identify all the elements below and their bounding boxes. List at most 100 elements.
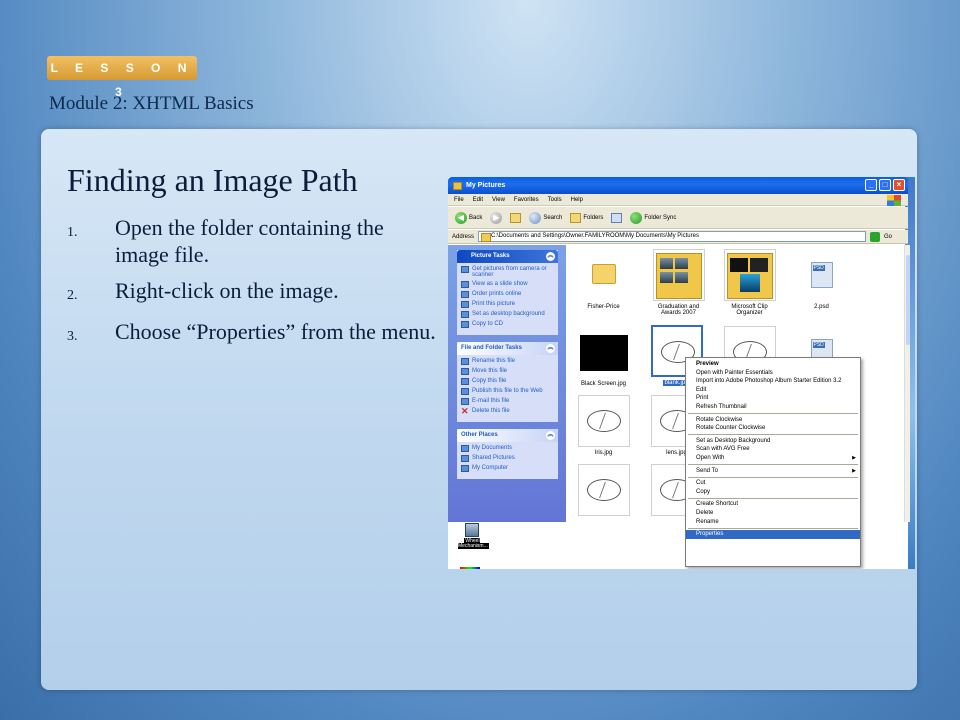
menu-item-label: Scan with AVG Free [696, 446, 750, 453]
up-folder-button[interactable] [510, 212, 522, 223]
go-label[interactable]: Go [884, 234, 892, 240]
folder-icon [591, 264, 616, 284]
menu-item-properties[interactable]: Properties [686, 530, 860, 539]
file-eye-diagram[interactable] [576, 464, 631, 516]
menu-file[interactable]: File [454, 197, 464, 203]
vertical-scrollbar[interactable] [904, 245, 910, 522]
back-label: Back [469, 214, 483, 221]
psd-file-icon [810, 262, 833, 288]
folders-button[interactable]: Folders [570, 212, 604, 223]
task-copy-cd[interactable]: Copy to CD [461, 321, 554, 328]
task-slideshow[interactable]: View as a slide show [461, 281, 554, 288]
menu-tools[interactable]: Tools [548, 197, 562, 203]
file-label: Microsoft Clip Organizer [731, 304, 768, 316]
task-delete[interactable]: ✕ Delete this file [461, 407, 554, 416]
menu-item-print[interactable]: Print [686, 394, 860, 403]
address-input[interactable]: C:\Documents and Settings\Owner.FAMILYRO… [478, 231, 867, 242]
task-move[interactable]: Move this file [461, 368, 554, 375]
place-my-computer[interactable]: My Computer [461, 465, 554, 472]
menu-favorites[interactable]: Favorites [514, 197, 539, 203]
go-arrow-icon[interactable] [870, 231, 881, 242]
picture-tasks-header[interactable]: Picture Tasks ︽ [457, 250, 558, 263]
file-clip-organizer[interactable]: Microsoft Clip Organizer [722, 249, 777, 316]
place-shared-pictures[interactable]: Shared Pictures [461, 455, 554, 462]
other-places-title: Other Places [461, 432, 498, 438]
file-tasks-title: File and Folder Tasks [461, 345, 522, 351]
task-order-prints[interactable]: Order prints online [461, 291, 554, 298]
menu-item-label: Cut [696, 480, 706, 487]
submenu-arrow-icon: ▶ [852, 454, 856, 461]
menu-view[interactable]: View [492, 197, 505, 203]
menu-item-rotate-clockwise[interactable]: Rotate Clockwise [686, 416, 860, 425]
context-menu: Preview Open with Painter Essentials Impor… [685, 357, 861, 567]
menu-item-set-as-desktop-background[interactable]: Set as Desktop Background [686, 437, 860, 446]
maximize-button[interactable]: □ [879, 179, 891, 191]
collapse-chevron-icon[interactable]: ︽ [546, 344, 555, 353]
file-graduation[interactable]: Graduation and Awards 2007 [651, 249, 706, 316]
menu-item-copy[interactable]: Copy [686, 488, 860, 497]
collapse-chevron-icon[interactable]: ︽ [546, 431, 555, 440]
menu-item-create-shortcut[interactable]: Create Shortcut [686, 500, 860, 509]
eye-diagram-thumbnail [586, 410, 621, 432]
scrollbar-thumb[interactable] [906, 255, 910, 345]
task-set-background[interactable]: Set as desktop background [461, 311, 554, 318]
window-controls: _ □ × [865, 179, 905, 191]
menu-item-preview[interactable]: Preview [686, 360, 860, 369]
step-text: Right-click on the image. [115, 278, 339, 303]
menu-item-label: Create Shortcut [696, 501, 739, 508]
step-item: 3. Choose “Properties” from the menu. [67, 318, 437, 350]
menu-separator [688, 464, 858, 466]
collapse-chevron-icon[interactable]: ︽ [546, 252, 555, 261]
menu-item-rotate-counter-clockwise[interactable]: Rotate Counter Clockwise [686, 424, 860, 433]
globe-icon [461, 291, 469, 298]
file-tasks-header[interactable]: File and Folder Tasks ︽ [457, 342, 558, 355]
task-print[interactable]: Print this picture [461, 301, 554, 308]
task-get-pictures[interactable]: Get pictures from camera or scanner [461, 266, 554, 278]
menu-item-send-to[interactable]: Send To ▶ [686, 467, 860, 476]
views-button[interactable] [611, 212, 623, 223]
menu-edit[interactable]: Edit [473, 197, 483, 203]
forward-button[interactable]: ▶ [490, 211, 503, 224]
menu-item-label: Import into Adobe Photoshop Album Starte… [696, 378, 842, 385]
file-iris[interactable]: Iris.jpg [576, 395, 631, 456]
menu-item-delete[interactable]: Delete [686, 509, 860, 518]
menu-item-label: Rename [696, 518, 719, 525]
place-my-documents[interactable]: My Documents [461, 445, 554, 452]
menu-item-scan-with-avg-free[interactable]: Scan with AVG Free [686, 445, 860, 454]
menu-item-import-into-adobe-photoshop-album-starter-edition-3-2[interactable]: Import into Adobe Photoshop Album Starte… [686, 377, 860, 386]
other-places-header[interactable]: Other Places ︽ [457, 429, 558, 442]
close-button[interactable]: × [893, 179, 905, 191]
menu-item-cut[interactable]: Cut [686, 479, 860, 488]
window-titlebar[interactable]: My Pictures _ □ × [448, 177, 908, 194]
folders-label: Folders [583, 214, 604, 221]
file-fisher-price[interactable]: Fisher-Price [576, 249, 631, 310]
task-label: E-mail this file [472, 398, 510, 404]
menu-item-open-with[interactable]: Open With ▶ [686, 454, 860, 463]
menu-item-edit[interactable]: Edit [686, 386, 860, 395]
desktop-icon-fragment [460, 567, 480, 569]
menu-item-open-with-painter-essentials[interactable]: Open with Painter Essentials [686, 369, 860, 378]
menu-item-refresh-thumbnail[interactable]: Refresh Thumbnail [686, 403, 860, 412]
application-icon [465, 523, 479, 537]
task-rename[interactable]: Rename this file [461, 358, 554, 365]
picture-tasks-title: Picture Tasks [471, 253, 510, 259]
desktop-icon [461, 311, 469, 318]
task-copy[interactable]: Copy this file [461, 378, 554, 385]
task-email[interactable]: E-mail this file [461, 398, 554, 405]
task-publish[interactable]: Publish this file to the Web [461, 388, 554, 395]
folder-sync-button[interactable]: Folder Sync [630, 211, 676, 224]
step-text: Choose “Properties” from the menu. [115, 319, 436, 344]
back-button[interactable]: ◀ Back [455, 211, 483, 224]
menu-help[interactable]: Help [571, 197, 583, 203]
desktop-shortcut[interactable]: Wheel Mechanism... [458, 523, 489, 549]
globe-icon [461, 388, 469, 395]
file-2-psd[interactable]: 2.psd [794, 249, 849, 310]
back-arrow-icon: ◀ [455, 211, 467, 224]
search-button[interactable]: Search [529, 211, 562, 224]
submenu-arrow-icon: ▶ [852, 467, 856, 474]
file-black-screen[interactable]: Black Screen.jpg [576, 326, 631, 387]
slideshow-icon [461, 281, 469, 288]
minimize-button[interactable]: _ [865, 179, 877, 191]
menu-item-label: Print [696, 395, 709, 402]
menu-item-rename[interactable]: Rename [686, 518, 860, 527]
